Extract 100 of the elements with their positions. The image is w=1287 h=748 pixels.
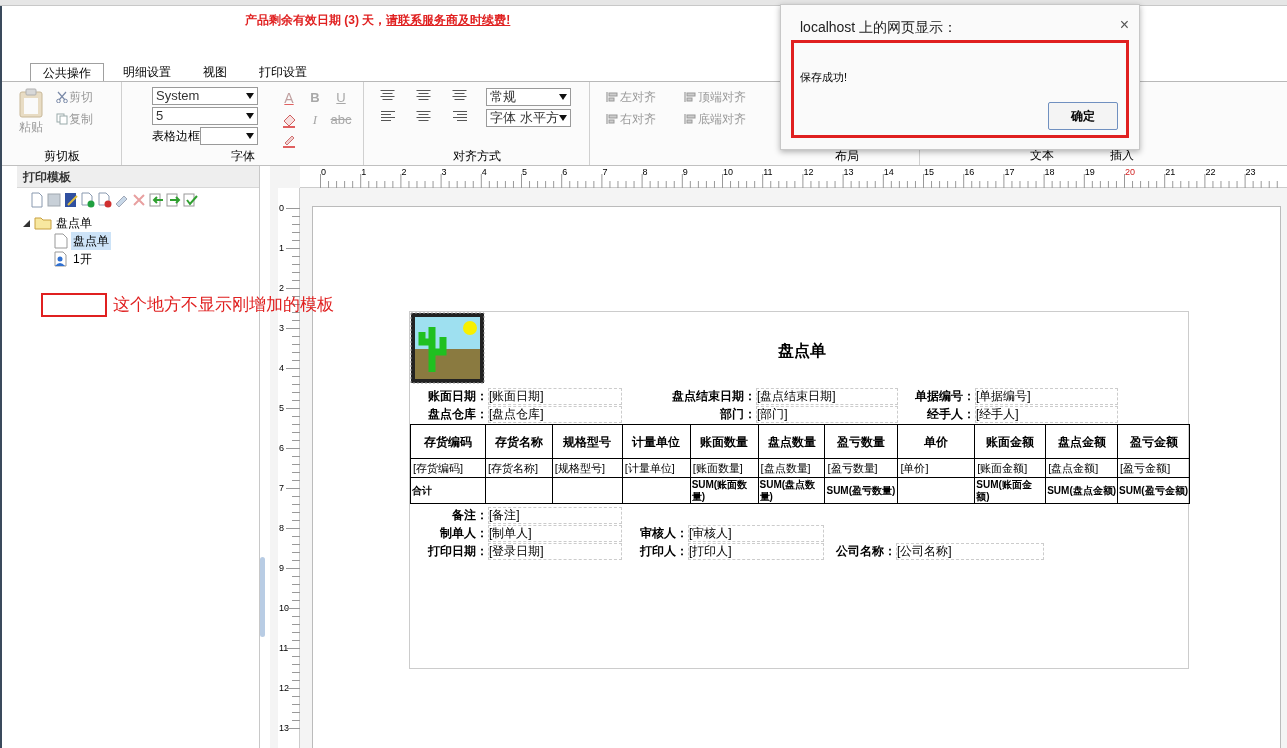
ruler-number: 16 [964, 166, 975, 179]
splitter-handle[interactable] [260, 557, 265, 637]
field-label: 经手人： [926, 406, 975, 423]
field-label: 备注： [451, 507, 488, 524]
text-field[interactable]: [公司名称] [896, 542, 1044, 560]
report-title: 盘点单 [777, 341, 826, 361]
tree-item[interactable]: 盘点单 [71, 232, 111, 250]
border-dropdown[interactable] [200, 127, 258, 145]
align-bottom-icon [452, 88, 468, 101]
text-field[interactable]: [部门] [756, 405, 898, 423]
ruler-number: 2 [279, 282, 284, 295]
document-check-icon[interactable] [80, 192, 96, 208]
group-label: 文本 [1030, 148, 1054, 164]
group-label: 对齐方式 [451, 149, 502, 165]
table-cell: [账面数量] [690, 459, 759, 478]
column-header: 账面数量 [690, 425, 759, 459]
ribbon-tab[interactable]: 公共操作 [30, 63, 104, 81]
copy-icon [56, 113, 68, 125]
text-field[interactable]: [经手人] [975, 405, 1118, 423]
ruler-number: 3 [279, 322, 284, 335]
align-left-icon [380, 109, 396, 122]
group-label: 字体 [229, 149, 256, 165]
font-name-dropdown[interactable]: System [152, 87, 258, 105]
folder-icon [34, 216, 52, 230]
ruler-number: 9 [682, 166, 688, 179]
document-delete-icon[interactable] [97, 192, 113, 208]
font-size-dropdown[interactable]: 5 [152, 107, 258, 125]
text-field[interactable]: [备注] [488, 506, 622, 524]
text-field[interactable]: [登录日期] [488, 542, 622, 560]
field-label: 审核人： [639, 525, 688, 542]
ruler-number: 13 [279, 722, 289, 735]
arrow-right-icon[interactable] [165, 192, 181, 208]
ruler-number: 6 [279, 442, 284, 455]
ruler-number: 4 [481, 166, 487, 179]
ruler-number: 5 [522, 166, 527, 179]
align-middle-icon [416, 88, 432, 101]
close-icon[interactable] [131, 192, 147, 208]
align-top-icon [380, 88, 396, 101]
ruler-number: 15 [924, 166, 934, 179]
dialog-message: 保存成功! [799, 70, 849, 85]
ruler-number: 18 [1044, 166, 1055, 179]
border-label: 表格边框 [152, 128, 200, 145]
text-field[interactable]: [制单人] [488, 524, 622, 542]
ruler-number: 1 [361, 166, 367, 179]
scissors-icon [56, 91, 68, 103]
edit-document-icon[interactable] [63, 192, 79, 208]
table-cell [485, 478, 553, 504]
ruler-number: 11 [279, 642, 289, 655]
column-header: 存货编码 [411, 425, 486, 459]
field-label: 制单人： [439, 525, 488, 542]
text-style-dropdown[interactable]: 常规 [486, 88, 571, 106]
ruler-number: 21 [1165, 166, 1176, 179]
table-cell: [存货名称] [485, 459, 553, 478]
ribbon-tab[interactable]: 打印设置 [246, 63, 320, 81]
align-shapes-icon [606, 113, 618, 125]
ruler-number: 12 [803, 166, 814, 179]
ruler-number: 2 [401, 166, 407, 179]
tree-item[interactable]: 1开 [71, 250, 94, 268]
new-document-icon[interactable] [29, 192, 45, 208]
dropdown-arrow-icon [246, 93, 254, 99]
tree-item[interactable]: 盘点单 [56, 214, 92, 232]
ruler-number: 11 [763, 166, 773, 179]
text-field[interactable]: [账面日期] [488, 387, 622, 405]
table-cell: [盘点金额] [1046, 459, 1119, 478]
text-field[interactable]: [盘点结束日期] [756, 387, 898, 405]
field-label: 部门： [719, 406, 756, 423]
text-field[interactable]: [审核人] [688, 524, 824, 542]
clipboard-icon [18, 88, 44, 118]
ribbon-tab[interactable]: 视图 [190, 63, 240, 81]
arrow-left-icon[interactable] [148, 192, 164, 208]
ruler-number: 3 [441, 166, 447, 179]
ribbon-tab[interactable]: 明细设置 [110, 63, 184, 81]
text-direction-dropdown[interactable]: 字体 水平方 [486, 109, 571, 127]
table-cell: SUM(盘点数量) [758, 478, 826, 504]
ruler-number: 23 [1245, 166, 1256, 179]
ruler-number: 5 [279, 402, 284, 415]
ruler-number: 10 [723, 166, 733, 179]
text-field[interactable]: [打印人] [688, 542, 824, 560]
ruler-number: 14 [883, 166, 894, 179]
ok-button[interactable]: 确定 [1048, 102, 1118, 130]
dropdown-arrow-icon [558, 94, 567, 100]
highlight-frame [41, 292, 107, 317]
table-cell: [盈亏金额] [1118, 459, 1190, 478]
panel-header: 打印模板 [17, 166, 259, 188]
align-center-icon [416, 109, 432, 122]
text-field[interactable]: [单据编号] [975, 387, 1118, 405]
expander-icon[interactable] [23, 219, 30, 227]
table-cell: [单价] [898, 459, 976, 478]
ruler-number: 17 [1004, 166, 1015, 179]
close-button[interactable]: × [1119, 17, 1129, 33]
check-document-icon[interactable] [182, 192, 198, 208]
column-header: 规格型号 [552, 425, 623, 459]
text-field[interactable]: [盘点仓库] [488, 405, 622, 423]
field-label: 盘点仓库： [427, 406, 488, 423]
table-cell [622, 478, 691, 504]
field-label: 盘点结束日期： [671, 388, 756, 405]
ruler-number: 0 [279, 202, 284, 215]
align-shapes-icon [606, 91, 618, 103]
table-cell: 合计 [411, 478, 486, 504]
renewal-link[interactable]: 请联系服务商及时续费! [386, 11, 511, 29]
